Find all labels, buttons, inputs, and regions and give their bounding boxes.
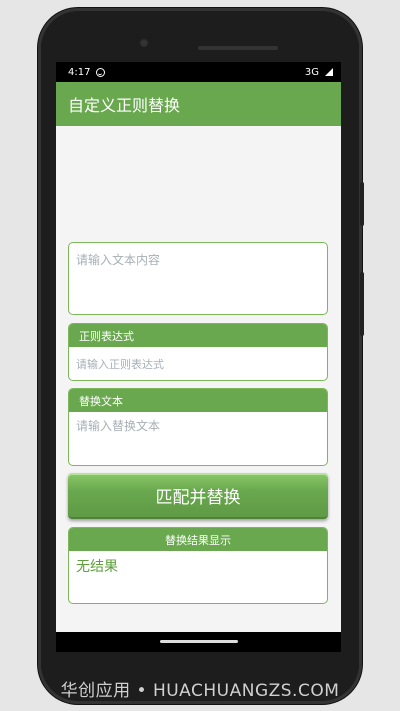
replace-header: 替换文本 <box>69 389 327 412</box>
replace-input[interactable]: 请输入替换文本 <box>69 412 327 443</box>
volume-button <box>360 272 364 336</box>
app-title: 自定义正则替换 <box>68 96 181 115</box>
result-value: 无结果 <box>76 559 118 575</box>
phone-screen: 4:17 3G 自定义正则替换 请输入文本内容 正则表达式 请输入正则表达式 替… <box>56 62 341 652</box>
power-button <box>360 182 364 226</box>
network-type: 3G <box>304 66 319 78</box>
home-gesture-pill[interactable] <box>160 640 238 643</box>
result-header: 替换结果显示 <box>69 528 327 551</box>
navigation-bar <box>56 632 341 652</box>
main-content: 请输入文本内容 正则表达式 请输入正则表达式 替换文本 请输入替换文本 匹配并替… <box>56 126 341 652</box>
regex-input[interactable]: 请输入正则表达式 <box>69 347 327 380</box>
status-bar: 4:17 3G <box>56 62 341 82</box>
regex-group: 正则表达式 请输入正则表达式 <box>68 323 328 381</box>
result-group: 替换结果显示 无结果 <box>68 527 328 604</box>
source-text-input[interactable]: 请输入文本内容 <box>68 242 328 315</box>
source-text-placeholder: 请输入文本内容 <box>76 253 161 267</box>
front-camera <box>139 38 149 48</box>
replace-group: 替换文本 请输入替换文本 <box>68 388 328 466</box>
watermark: 华创应用 • HUACHUANGZS.COM <box>60 681 340 701</box>
status-time: 4:17 <box>68 66 91 78</box>
match-replace-button[interactable]: 匹配并替换 <box>68 473 328 519</box>
regex-header: 正则表达式 <box>69 324 327 347</box>
signal-icon <box>325 68 333 76</box>
earpiece-speaker <box>198 46 278 50</box>
smiley-icon <box>96 67 106 77</box>
app-bar: 自定义正则替换 <box>56 82 341 126</box>
